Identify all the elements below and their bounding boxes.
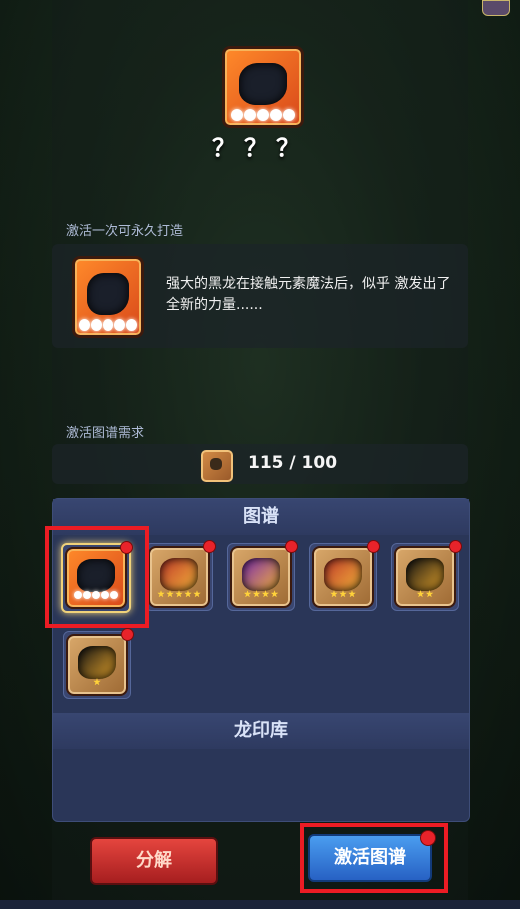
scroll-resource-icon	[201, 450, 233, 482]
highlight-selected-item	[45, 526, 149, 628]
decompose-button[interactable]: 分解	[90, 837, 218, 885]
requirement-bar: 115 / 100	[52, 444, 468, 484]
atlas-item-purple-dragon[interactable]	[227, 540, 298, 611]
atlas-item-red-gold-dragon[interactable]	[309, 540, 380, 611]
requirement-label: 激活图谱需求	[66, 426, 145, 441]
black-gold-dragon-icon	[78, 646, 116, 679]
notification-dot	[285, 540, 298, 553]
notification-dot	[420, 830, 436, 846]
black-dragon-icon	[238, 62, 288, 106]
notification-dot	[449, 540, 462, 553]
atlas-item-black-gold-dragon[interactable]	[391, 540, 462, 611]
bottom-bar	[0, 900, 520, 909]
description-card: 强大的黑龙在接触元素魔法后，似乎 激发出了全新的力量......	[52, 244, 468, 348]
description-text: 强大的黑龙在接触元素魔法后，似乎 激发出了全新的力量......	[166, 276, 451, 313]
black-gold-dragon-icon	[406, 558, 444, 591]
black-dragon-icon	[86, 272, 130, 316]
forge-label: 激活一次可永久打造	[66, 224, 184, 239]
purple-dragon-icon	[242, 558, 280, 591]
requirement-count: 115 / 100	[248, 453, 338, 473]
atlas-item-red-dragon[interactable]	[145, 540, 216, 611]
seal-library-title: 龙印库	[53, 713, 469, 749]
activate-button-label: 激活图谱	[334, 847, 406, 868]
corner-menu-icon[interactable]	[482, 0, 510, 16]
hero-name: ？？？	[212, 134, 308, 162]
notification-dot	[121, 628, 134, 641]
atlas-item-black-gold-dragon-2[interactable]	[63, 628, 134, 699]
notification-dot	[367, 540, 380, 553]
hero-scroll-icon	[222, 46, 304, 128]
notification-dot	[203, 540, 216, 553]
red-gold-dragon-icon	[324, 558, 362, 591]
red-dragon-icon	[160, 558, 198, 591]
activate-atlas-button[interactable]: 激活图谱	[308, 830, 436, 882]
hero-stars	[229, 109, 297, 121]
dragon-scroll-icon	[72, 256, 144, 338]
